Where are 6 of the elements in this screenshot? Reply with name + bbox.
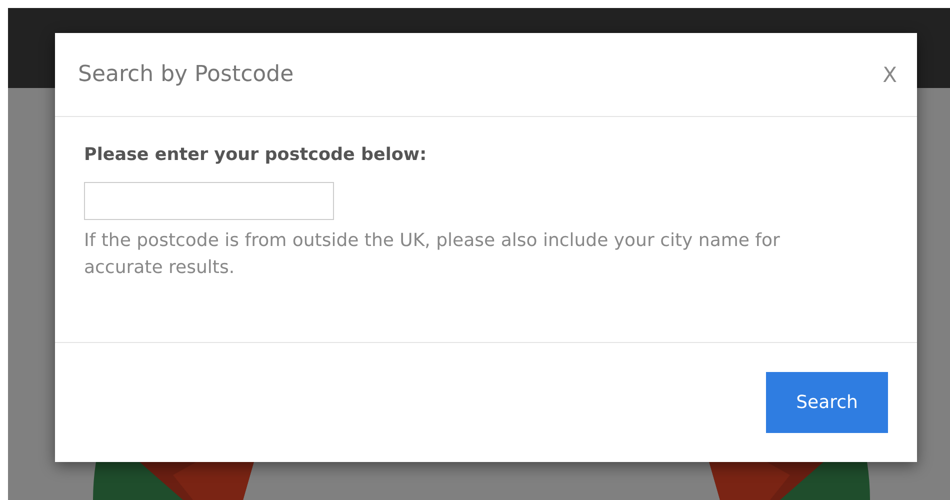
postcode-input[interactable]	[84, 182, 334, 220]
help-text: If the postcode is from outside the UK, please also include your city name for accurate results.	[84, 229, 781, 280]
search-button[interactable]: Search	[766, 372, 888, 433]
dialog-title: Search by Postcode	[78, 62, 294, 87]
close-button[interactable]: X	[882, 62, 897, 86]
postcode-label: Please enter your postcode below:	[84, 145, 427, 165]
